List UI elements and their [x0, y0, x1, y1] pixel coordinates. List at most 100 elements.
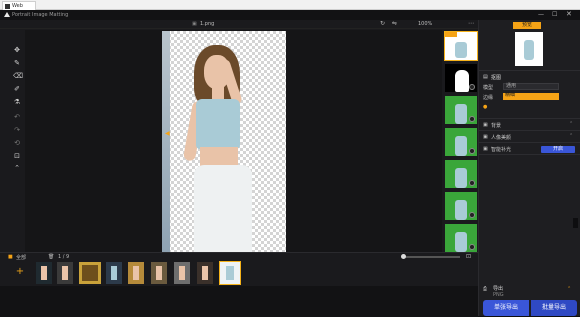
film-thumb[interactable]	[106, 262, 122, 284]
fullscreen-icon[interactable]: ⊡	[466, 253, 471, 260]
thumb-figure	[455, 104, 467, 124]
thumb-figure	[455, 42, 467, 58]
redo-icon[interactable]: ↷	[13, 126, 21, 134]
undo-icon[interactable]: ↶	[13, 113, 21, 121]
preview-button[interactable]: 预览	[513, 22, 541, 29]
collapse-icon[interactable]: ⌃	[13, 164, 21, 172]
slider-knob[interactable]	[401, 254, 406, 259]
expand-icon[interactable]: ⌃	[567, 286, 571, 292]
thumb-tag	[445, 32, 457, 37]
image-film-strip: +	[0, 261, 478, 286]
eraser-icon[interactable]: ⌫	[13, 72, 23, 80]
brush-icon[interactable]: ✎	[13, 59, 21, 67]
row-icon: ▣	[483, 122, 488, 128]
check-icon	[469, 84, 475, 90]
film-thumb[interactable]	[128, 262, 144, 284]
figure	[62, 266, 68, 280]
canvas-top-toolbar: ▣ 1.png ↻ ⇋ 100% ⋯	[0, 20, 478, 29]
result-thumb-green-2[interactable]	[445, 128, 477, 156]
thumb-size-slider[interactable]	[404, 256, 460, 258]
chevron-icon[interactable]: ⌃	[569, 121, 573, 127]
single-export-button[interactable]: 单张导出	[483, 300, 529, 316]
batch-export-button[interactable]: 批量导出	[531, 300, 577, 316]
repair-brush-icon[interactable]: ✐	[13, 85, 21, 93]
enable-button[interactable]: 开启	[541, 146, 575, 153]
title-bar: Portrait Image Matting — ☐ ✕	[0, 10, 580, 20]
figure	[82, 265, 98, 281]
add-image-icon[interactable]: +	[14, 266, 26, 278]
bucket-icon[interactable]: ⚗	[13, 98, 21, 106]
canvas-area[interactable]: ◀	[25, 30, 442, 252]
zoom-level[interactable]: 100%	[418, 21, 432, 27]
edge-select[interactable]: 精细	[503, 93, 559, 100]
row-label: 智能补光	[491, 147, 512, 153]
check-icon	[469, 148, 475, 154]
left-toolbar: ✥ ✎ ⌫ ✐ ⚗ ↶ ↷ ⟲ ⊡ ⌃	[9, 30, 25, 252]
matting-icon: ▤	[483, 74, 488, 80]
pants-shape	[194, 165, 252, 252]
flip-icon[interactable]: ⇋	[392, 20, 397, 27]
chevron-icon[interactable]: ⌃	[569, 133, 573, 139]
app-title: Portrait Image Matting	[12, 12, 69, 18]
result-thumb-green-3[interactable]	[445, 160, 477, 188]
row-icon: ▣	[483, 134, 488, 140]
export-area: ⎙ 导出 PNG ⌃ 单张导出 批量导出	[479, 282, 580, 316]
info-icon: ●	[483, 104, 488, 110]
result-thumb-original[interactable]	[444, 31, 478, 61]
file-icon: ▣	[192, 21, 197, 27]
select-all-label[interactable]: 全部	[16, 254, 26, 261]
move-icon[interactable]: ✥	[13, 46, 21, 54]
panel-collapse-handle[interactable]	[573, 218, 578, 228]
model-select[interactable]: 通用	[503, 83, 559, 90]
export-format: PNG	[493, 292, 504, 298]
film-thumb[interactable]	[174, 262, 190, 284]
settings-row-beauty[interactable]: ▣ 人像美颜 ⌃	[479, 130, 580, 142]
result-thumb-mask[interactable]	[445, 64, 477, 92]
film-thumb[interactable]	[79, 262, 101, 284]
check-icon	[469, 180, 475, 186]
background-strip	[162, 31, 170, 252]
app-logo-icon	[4, 12, 10, 17]
cutout-preview-image[interactable]	[162, 31, 286, 252]
browser-tab-title: Web	[12, 3, 23, 9]
film-thumb[interactable]	[151, 262, 167, 284]
thumb-figure	[455, 168, 467, 188]
browser-tab-bar: Web	[0, 0, 580, 10]
reset-icon[interactable]: ⟲	[13, 139, 21, 147]
check-icon	[469, 116, 475, 122]
rotate-icon[interactable]: ↻	[380, 20, 385, 27]
crop-icon[interactable]: ⊡	[13, 152, 21, 160]
film-strip-empty-area	[0, 286, 478, 317]
result-thumb-green-4[interactable]	[445, 192, 477, 220]
result-thumb-green-1[interactable]	[445, 96, 477, 124]
film-thumb[interactable]	[36, 262, 52, 284]
result-thumb-green-5[interactable]	[445, 224, 477, 252]
matting-settings-section: ▤ 抠图 模型 通用 边缘 精细 ●	[479, 70, 580, 120]
row-label: 背景	[491, 123, 502, 129]
check-icon	[469, 212, 475, 218]
film-thumb[interactable]	[197, 262, 213, 284]
figure	[179, 266, 185, 280]
browser-tab[interactable]: Web	[2, 1, 36, 10]
film-thumb-selected[interactable]	[219, 261, 241, 285]
thumb-figure	[455, 200, 467, 220]
drag-handle-icon[interactable]: ◀	[165, 130, 170, 137]
file-name-label: 1.png	[200, 21, 215, 27]
maximize-icon[interactable]: ☐	[552, 11, 557, 18]
preview-thumbnail	[515, 32, 543, 66]
more-icon[interactable]: ⋯	[468, 20, 474, 27]
delete-icon[interactable]: 🗑	[48, 254, 54, 260]
minimize-icon[interactable]: —	[538, 11, 544, 18]
figure	[226, 266, 234, 280]
film-thumb[interactable]	[57, 262, 73, 284]
figure	[133, 266, 139, 280]
export-icon: ⎙	[483, 286, 488, 292]
close-icon[interactable]: ✕	[566, 10, 572, 18]
result-thumbnail-column	[442, 30, 478, 252]
settings-row-background[interactable]: ▣ 背景 ⌃	[479, 118, 580, 130]
settings-row-light[interactable]: ▣ 智能补光 开启	[479, 142, 580, 154]
app-window: Portrait Image Matting — ☐ ✕ ▣ 1.png ↻ ⇋…	[0, 10, 580, 317]
right-settings-panel: 预览 ▤ 抠图 模型 通用 边缘 精细 ● ▣ 背景 ⌃ ▣ 人像美颜 ⌃ ▣ …	[478, 20, 580, 316]
bottom-film-panel: ■ 全部 🗑 1 / 9 ⊡ +	[0, 252, 478, 317]
select-all-icon[interactable]: ■	[8, 254, 13, 260]
